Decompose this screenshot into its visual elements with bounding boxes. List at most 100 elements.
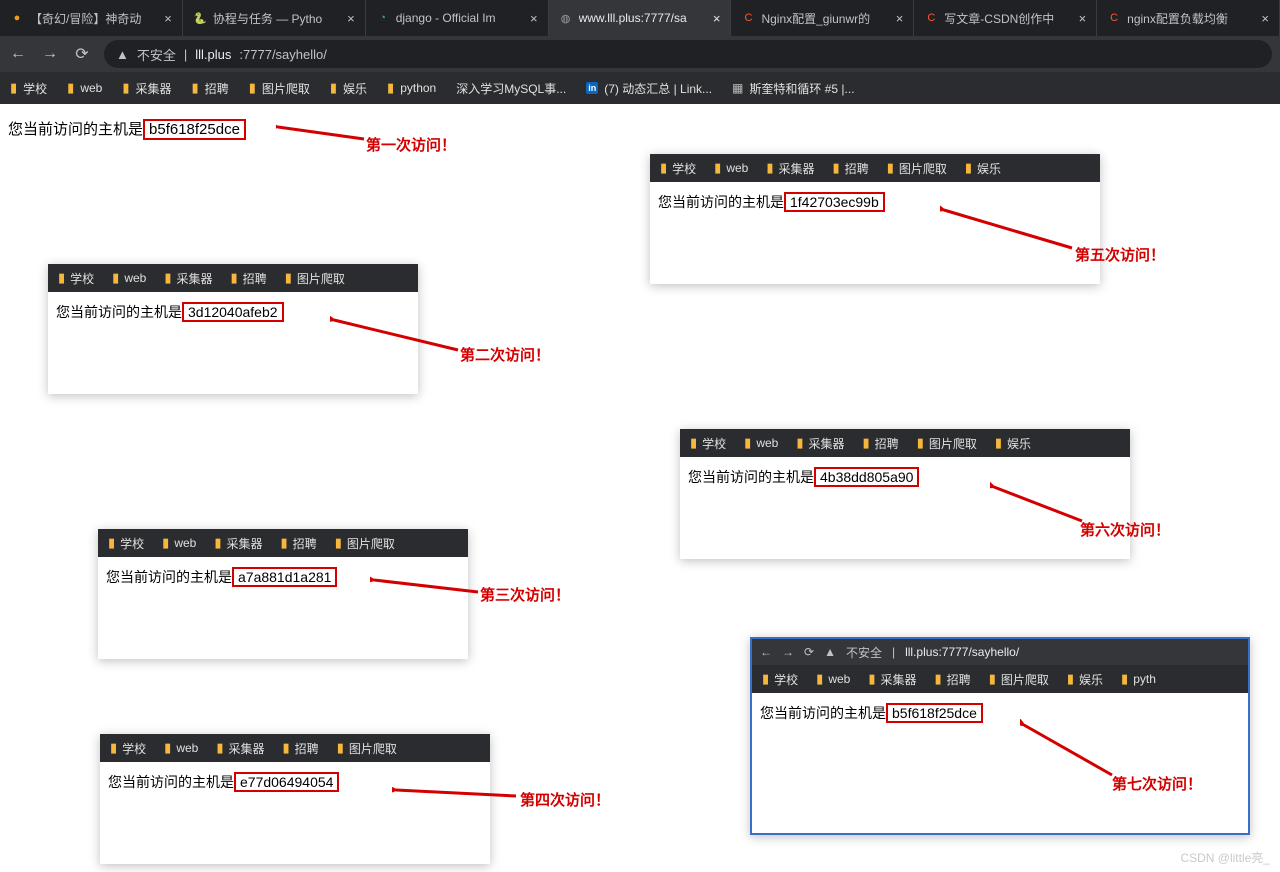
address-bar[interactable]: ▲ 不安全 | lll.plus:7777/sayhello/	[104, 40, 1272, 68]
close-icon[interactable]: ×	[530, 11, 538, 26]
snapshot-bookmark-bar: ▮学校▮web▮采集器▮招聘▮图片爬取	[48, 264, 418, 292]
tab-title: nginx配置负载均衡	[1127, 10, 1228, 27]
annotation-visit-3: 第三次访问！	[480, 584, 570, 605]
bookmark-label: 斯奎特和循环 #5 |...	[749, 80, 854, 97]
back-icon[interactable]: ←	[8, 45, 28, 63]
folder-icon: ▮	[216, 740, 223, 756]
browser-tab[interactable]: ◔ django - Official Im ×	[366, 0, 549, 36]
browser-tab[interactable]: Cnginx配置负载均衡×	[1097, 0, 1280, 36]
insecure-label: 不安全	[137, 45, 176, 64]
bookmark-item: ▮图片爬取	[989, 671, 1049, 688]
folder-icon: ▮	[335, 535, 342, 551]
host-message-7: 您当前访问的主机是b5f618f25dce	[752, 693, 1248, 733]
bookmark-item: ▮学校	[762, 671, 798, 688]
host-value: a7a881d1a281	[232, 567, 337, 587]
bookmark-item: ▮web	[164, 740, 198, 756]
bookmark-item: ▮采集器	[164, 270, 212, 287]
host-value: b5f618f25dce	[886, 703, 983, 723]
tab-favicon: C	[924, 11, 938, 25]
bookmark-label: 图片爬取	[929, 435, 977, 452]
folder-icon: ▮	[965, 160, 972, 176]
tab-title: 协程与任务 — Pytho	[213, 10, 322, 27]
bookmark-label: 采集器	[227, 535, 263, 552]
host-value: 3d12040afeb2	[182, 302, 284, 322]
browser-tab[interactable]: 🐍协程与任务 — Pytho×	[183, 0, 366, 36]
host-value: b5f618f25dce	[143, 119, 246, 140]
folder-icon: ▮	[1121, 671, 1128, 687]
bookmark-item[interactable]: ▦ 斯奎特和循环 #5 |...	[732, 80, 854, 97]
browser-tab[interactable]: C写文章-CSDN创作中×	[914, 0, 1097, 36]
close-icon[interactable]: ×	[347, 11, 355, 26]
bookmark-label: python	[400, 81, 436, 95]
annotation-visit-5: 第五次访问！	[1075, 244, 1165, 265]
host-message-5: 您当前访问的主机是1f42703ec99b	[650, 182, 1100, 222]
bookmark-label: web	[726, 161, 748, 175]
folder-icon: ▮	[744, 435, 751, 451]
host-value: e77d06494054	[234, 772, 339, 792]
bookmark-item[interactable]: in(7) 动态汇总 | Link...	[586, 80, 712, 97]
url-host: lll.plus	[195, 47, 231, 62]
bookmark-item: ▮采集器	[796, 435, 844, 452]
reload-icon[interactable]: ⟳	[72, 44, 92, 64]
annotation-visit-2: 第二次访问！	[460, 344, 550, 365]
close-icon[interactable]: ×	[1261, 11, 1269, 26]
bookmark-item: ▮图片爬取	[887, 160, 947, 177]
snapshot-bookmark-bar: ▮学校▮web▮采集器▮招聘▮图片爬取▮娱乐	[650, 154, 1100, 182]
bookmark-label: 采集器	[881, 671, 917, 688]
bookmark-item[interactable]: ▮娱乐	[330, 80, 367, 97]
bookmark-item[interactable]: ▮ 学校	[10, 80, 47, 97]
bookmark-label: web	[124, 271, 146, 285]
bookmark-item[interactable]: 深入学习MySQL事...	[456, 80, 566, 97]
browser-tab[interactable]: ◍www.lll.plus:7777/sa×	[549, 0, 732, 36]
close-icon[interactable]: ×	[164, 11, 172, 26]
host-value: 4b38dd805a90	[814, 467, 919, 487]
host-prefix: 您当前访问的主机是	[106, 569, 232, 585]
folder-icon: ▮	[285, 270, 292, 286]
bookmark-item: ▮pyth	[1121, 671, 1156, 687]
grid-icon: ▦	[732, 81, 743, 95]
close-icon[interactable]: ×	[1079, 11, 1087, 26]
tab-title: 【奇幻/冒险】神奇动	[30, 10, 141, 27]
bookmark-item[interactable]: ▮python	[387, 80, 436, 96]
host-message-3: 您当前访问的主机是a7a881d1a281	[98, 557, 468, 597]
close-icon[interactable]: ×	[896, 11, 904, 26]
bookmark-label: 深入学习MySQL事...	[456, 80, 566, 97]
bookmark-item: ▮web	[112, 270, 146, 286]
folder-icon: ▮	[281, 535, 288, 551]
folder-icon: ▮	[714, 160, 721, 176]
bookmark-label: 采集器	[177, 270, 213, 287]
host-value: 1f42703ec99b	[784, 192, 885, 212]
folder-icon: ▮	[330, 80, 337, 96]
folder-icon: ▮	[164, 740, 171, 756]
bookmark-item[interactable]: ▮图片爬取	[249, 80, 310, 97]
browser-tab[interactable]: CNginx配置_giunwr的×	[731, 0, 914, 36]
host-message-6: 您当前访问的主机是4b38dd805a90	[680, 457, 1130, 497]
tab-favicon: ●	[10, 11, 24, 25]
bookmark-item[interactable]: ▮招聘	[192, 80, 229, 97]
linkedin-icon: in	[586, 82, 598, 94]
forward-icon[interactable]: →	[40, 45, 60, 63]
bookmark-item: ▮招聘	[281, 535, 317, 552]
back-icon: ←	[760, 645, 772, 659]
bookmark-label: 学校	[122, 740, 146, 757]
bookmark-item[interactable]: ▮采集器	[122, 80, 171, 97]
bookmark-label: 学校	[672, 160, 696, 177]
tab-favicon: ◔	[376, 11, 390, 25]
bookmark-label: 娱乐	[1079, 671, 1103, 688]
bookmark-item[interactable]: ▮web	[67, 80, 102, 96]
bookmark-label: 招聘	[295, 740, 319, 757]
bookmark-item: ▮采集器	[216, 740, 264, 757]
bookmark-item: ▮招聘	[231, 270, 267, 287]
bookmark-label: 学校	[23, 80, 47, 97]
arrow-1	[276, 123, 366, 143]
snapshot-visit-6: ▮学校▮web▮采集器▮招聘▮图片爬取▮娱乐 您当前访问的主机是4b38dd80…	[680, 429, 1130, 559]
browser-tab[interactable]: ● 【奇幻/冒险】神奇动 ×	[0, 0, 183, 36]
bookmark-item: ▮web	[162, 535, 196, 551]
bookmark-label: 采集器	[809, 435, 845, 452]
tab-title: Nginx配置_giunwr的	[761, 10, 870, 27]
close-icon[interactable]: ×	[713, 11, 721, 26]
annotation-visit-1: 第一次访问！	[366, 134, 456, 155]
folder-icon: ▮	[58, 270, 65, 286]
tab-title: django - Official Im	[396, 11, 496, 25]
folder-icon: ▮	[10, 80, 17, 96]
